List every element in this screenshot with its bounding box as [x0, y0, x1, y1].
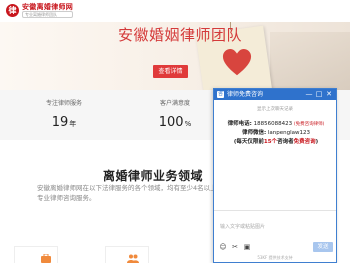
- logo-title: 安徽离婚律师网: [22, 3, 74, 11]
- limit-line: (每天仅限前15个咨询者免费咨询): [218, 138, 334, 147]
- phone-label: 律师电话:: [227, 121, 252, 127]
- page: 律 安徽离婚律师网 专业离婚律师团队 安徽婚姻律师团队 查看详情 专注律师服务 …: [0, 0, 350, 263]
- chat-header[interactable]: 咨 律师免费咨询 — □ ✕: [214, 89, 336, 100]
- send-button[interactable]: 发送: [313, 242, 333, 252]
- wechat-value: lanpenglaw123: [267, 130, 311, 136]
- limit-prefix: (每天仅限前: [233, 139, 264, 145]
- site-header: 律 安徽离婚律师网 专业离婚律师团队: [0, 0, 350, 22]
- image-icon[interactable]: ▣: [243, 243, 251, 251]
- briefcase-icon: [41, 254, 51, 263]
- stat-value: 19年: [51, 115, 77, 130]
- chat-title: 律师免费咨询: [227, 91, 264, 98]
- logo-subtitle: 专业离婚律师团队: [22, 11, 74, 18]
- chat-history-link[interactable]: 显示上次聊天记录: [214, 106, 336, 112]
- chat-widget: 咨 律师免费咨询 — □ ✕ 显示上次聊天记录 律师电话: 1885608842…: [213, 88, 337, 263]
- logo-text: 安徽离婚律师网 专业离婚律师团队: [22, 3, 74, 18]
- chat-icon: 咨: [217, 91, 224, 98]
- hero-banner: 安徽婚姻律师团队 查看详情: [0, 22, 350, 90]
- stat-value: 100%: [158, 115, 192, 130]
- view-details-button[interactable]: 查看详情: [153, 65, 188, 78]
- stat-satisfaction: 客户满意度 100%: [140, 100, 210, 133]
- minimize-icon[interactable]: —: [305, 90, 313, 99]
- emoji-icon[interactable]: ☺: [219, 243, 227, 251]
- chat-footer: 53KF 提供技术支持: [257, 255, 293, 260]
- limit-suffix: ): [315, 139, 319, 145]
- logo-mark-icon: 律: [6, 4, 19, 17]
- phone-note: (免费咨询律师): [293, 122, 325, 127]
- phone-value: 18856088423: [253, 121, 293, 127]
- banner-cloth-decoration: [270, 32, 350, 90]
- maximize-icon[interactable]: □: [315, 90, 323, 99]
- close-icon[interactable]: ✕: [325, 90, 333, 99]
- wechat-line: 律师微信: lanpenglaw123: [218, 129, 334, 138]
- stat-years: 专注律师服务 19年: [29, 100, 99, 133]
- people-icon: [127, 254, 139, 263]
- scissors-icon[interactable]: ✂: [231, 243, 239, 251]
- chat-input[interactable]: 输入文字或粘贴图片: [220, 223, 265, 230]
- limit-mid: 咨询者: [277, 139, 294, 145]
- banner-title: 安徽婚姻律师团队: [118, 26, 243, 44]
- wechat-label: 律师微信:: [241, 130, 267, 136]
- services-title: 离婚律师业务领域: [103, 169, 204, 183]
- stat-label: 专注律师服务: [45, 100, 82, 107]
- limit-count: 15个: [263, 139, 278, 145]
- stat-label: 客户满意度: [159, 100, 190, 107]
- site-logo[interactable]: 律 安徽离婚律师网 专业离婚律师团队: [6, 3, 74, 18]
- heart-icon: [222, 48, 252, 76]
- phone-line: 律师电话: 18856088423 (免费咨询律师): [218, 120, 334, 129]
- services-description: 安徽离婚律师网在以下法律服务的各个领域，均有至少4名以上专业律师咨询服务。: [37, 184, 217, 202]
- chat-message: 律师电话: 18856088423 (免费咨询律师) 律师微信: lanpeng…: [218, 120, 334, 147]
- limit-free: 免费咨询: [293, 139, 316, 145]
